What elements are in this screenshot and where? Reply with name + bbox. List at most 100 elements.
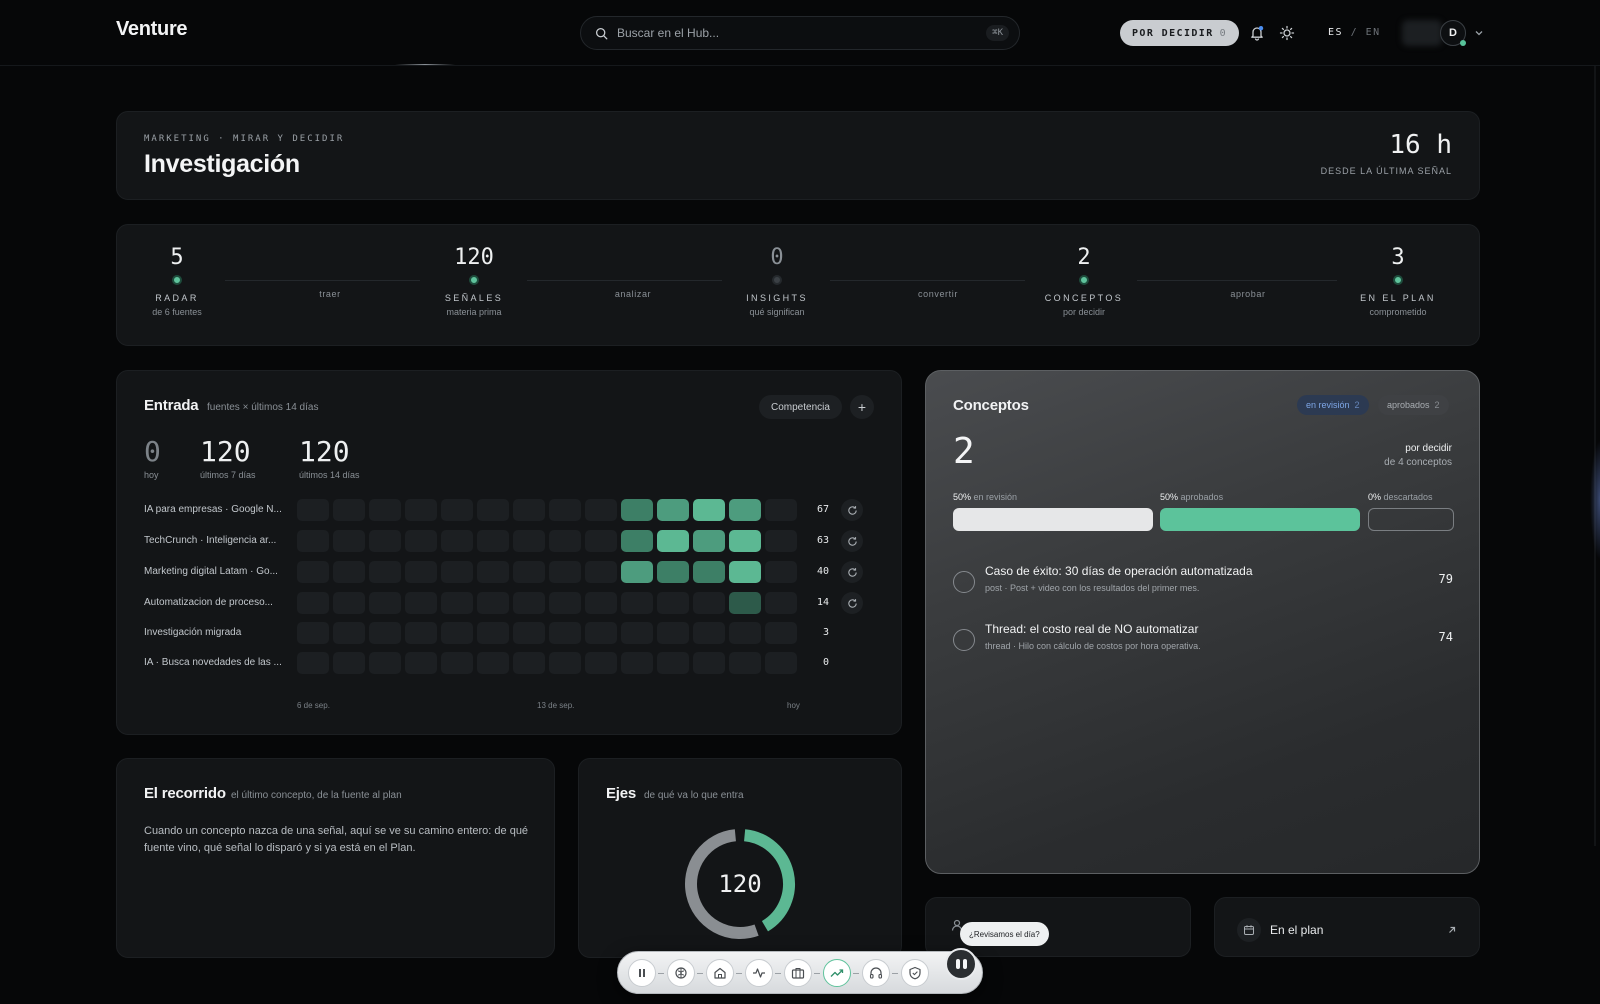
assistant-voice-button[interactable]	[945, 948, 977, 980]
calendar-icon	[1244, 925, 1254, 935]
heatmap-cell	[477, 530, 509, 552]
segment-label-discarded: 0% descartados	[1368, 492, 1433, 502]
refresh-icon	[847, 536, 857, 546]
stat-today: 0 hoy	[144, 435, 161, 480]
stage-count: 3	[1391, 245, 1405, 270]
heatmap-cell	[585, 530, 617, 552]
refresh-source-button[interactable]	[841, 530, 863, 552]
heatmap-cell	[657, 499, 689, 521]
entrada-title: Entrada	[144, 397, 199, 414]
assistant-bubble[interactable]: ¿Revisamos el día?	[960, 922, 1049, 946]
stage-caption: comprometido	[1369, 307, 1427, 317]
tab-count: 2	[1354, 400, 1360, 410]
concept-select-radio[interactable]	[953, 571, 975, 593]
heatmap-row[interactable]: Automatizacion de proceso... 14	[144, 592, 884, 614]
refresh-icon	[847, 598, 857, 608]
heatmap-cell	[405, 592, 437, 614]
concept-title: Thread: el costo real de NO automatizar	[985, 622, 1199, 636]
add-source-button[interactable]: +	[850, 395, 874, 419]
refresh-source-button[interactable]	[841, 592, 863, 614]
stage-en-el-plan[interactable]: 3 EN EL PLAN comprometido	[1328, 245, 1468, 317]
dock-headphones-button[interactable]	[862, 959, 890, 987]
stage-radar[interactable]: 5 RADAR de 6 fuentes	[107, 245, 247, 317]
lang-es[interactable]: ES	[1328, 27, 1343, 38]
brand-logo[interactable]: Venture	[116, 18, 188, 41]
heatmap-cell	[657, 592, 689, 614]
heatmap-cells	[297, 561, 797, 583]
heatmap-row[interactable]: TechCrunch · Inteligencia ar... 63	[144, 530, 884, 552]
heatmap-cells	[297, 622, 797, 644]
heatmap-row[interactable]: IA · Busca novedades de las ... 0	[144, 652, 884, 674]
segment-bar-review[interactable]	[953, 508, 1153, 531]
concept-item[interactable]: Thread: el costo real de NO automatizar …	[953, 622, 1453, 666]
stage-conceptos[interactable]: 2 CONCEPTOS por decidir	[1014, 245, 1154, 317]
stat-label: últimos 14 días	[299, 470, 360, 480]
tab-en-revision[interactable]: en revisión 2	[1297, 395, 1369, 415]
heatmap-cell	[369, 499, 401, 521]
en-el-plan-card[interactable]: En el plan	[1214, 897, 1480, 957]
heatmap-cells	[297, 652, 797, 674]
dock-brain-button[interactable]	[667, 959, 695, 987]
lang-en[interactable]: EN	[1366, 27, 1381, 38]
recorrido-body: Cuando un concepto nazca de una señal, a…	[144, 825, 529, 854]
heatmap-cell	[513, 622, 545, 644]
segment-pct: 0%	[1368, 492, 1382, 502]
stat-label: hoy	[144, 470, 159, 480]
tab-aprobados[interactable]: aprobados 2	[1378, 395, 1449, 415]
segment-bar-approved[interactable]	[1160, 508, 1360, 531]
last-signal-value: 16 h	[1389, 130, 1452, 160]
competencia-filter-chip[interactable]: Competencia	[759, 395, 842, 419]
dock-separator	[658, 973, 664, 974]
concept-description: post · Post + video con los resultados d…	[985, 583, 1200, 593]
briefcase-icon	[791, 968, 805, 979]
heatmap-cell	[297, 499, 329, 521]
refresh-source-button[interactable]	[841, 561, 863, 583]
theme-toggle[interactable]	[1276, 22, 1298, 44]
heatmap-cell	[621, 622, 653, 644]
connector-line	[225, 280, 420, 281]
heatmap-row[interactable]: Investigación migrada 3	[144, 622, 884, 644]
dock-trend-button[interactable]	[823, 959, 851, 987]
dock-shield-button[interactable]	[901, 959, 929, 987]
stage-label: RADAR	[155, 293, 199, 303]
stage-senales[interactable]: 120 SEÑALES materia prima	[404, 245, 544, 317]
open-link[interactable]	[1447, 922, 1457, 940]
connector-label: aprobar	[1230, 289, 1266, 299]
heatmap-cell	[585, 652, 617, 674]
heatmap-cell	[513, 592, 545, 614]
stage-insights[interactable]: 0 INSIGHTS qué significan	[707, 245, 847, 317]
stage-count: 0	[770, 245, 784, 270]
heatmap-cell	[729, 652, 761, 674]
por-decidir-button[interactable]: POR DECIDIR 0	[1120, 20, 1240, 46]
conceptos-card: Conceptos en revisión 2 aprobados 2 2 po…	[925, 370, 1480, 874]
notifications-button[interactable]	[1246, 22, 1268, 44]
language-switcher[interactable]: ES / EN	[1328, 27, 1381, 38]
recorrido-subtitle: el último concepto, de la fuente al plan	[231, 790, 402, 801]
search-bar[interactable]: Buscar en el Hub... ⌘K	[580, 16, 1020, 50]
stage-label: EN EL PLAN	[1360, 293, 1436, 303]
recorrido-card: El recorrido el último concepto, de la f…	[116, 758, 555, 958]
account-menu-button[interactable]	[1468, 22, 1490, 44]
concept-select-radio[interactable]	[953, 629, 975, 651]
heatmap-cell	[441, 530, 473, 552]
concept-item[interactable]: Caso de éxito: 30 días de operación auto…	[953, 564, 1453, 608]
por-decidir-label: por decidir	[1405, 443, 1452, 454]
dock-pulse-button[interactable]	[745, 959, 773, 987]
home-icon	[714, 967, 726, 979]
heatmap-row[interactable]: IA para empresas · Google N... 67	[144, 499, 884, 521]
calendar-badge	[1237, 918, 1261, 942]
search-input[interactable]: Buscar en el Hub...	[617, 26, 986, 40]
heatmap-cell	[333, 561, 365, 583]
refresh-source-button[interactable]	[841, 499, 863, 521]
last-signal-label: DESDE LA ÚLTIMA SEÑAL	[1320, 166, 1452, 176]
heatmap-cell	[477, 652, 509, 674]
source-count: 40	[816, 566, 829, 577]
segment-bar-discarded[interactable]	[1368, 508, 1454, 531]
heatmap-cell	[333, 652, 365, 674]
dock-home-button[interactable]	[706, 959, 734, 987]
heatmap-cell	[549, 530, 581, 552]
heatmap-row[interactable]: Marketing digital Latam · Go... 40	[144, 561, 884, 583]
dock-pause-button[interactable]	[628, 959, 656, 987]
por-decidir-count: 0	[1219, 27, 1228, 39]
dock-briefcase-button[interactable]	[784, 959, 812, 987]
